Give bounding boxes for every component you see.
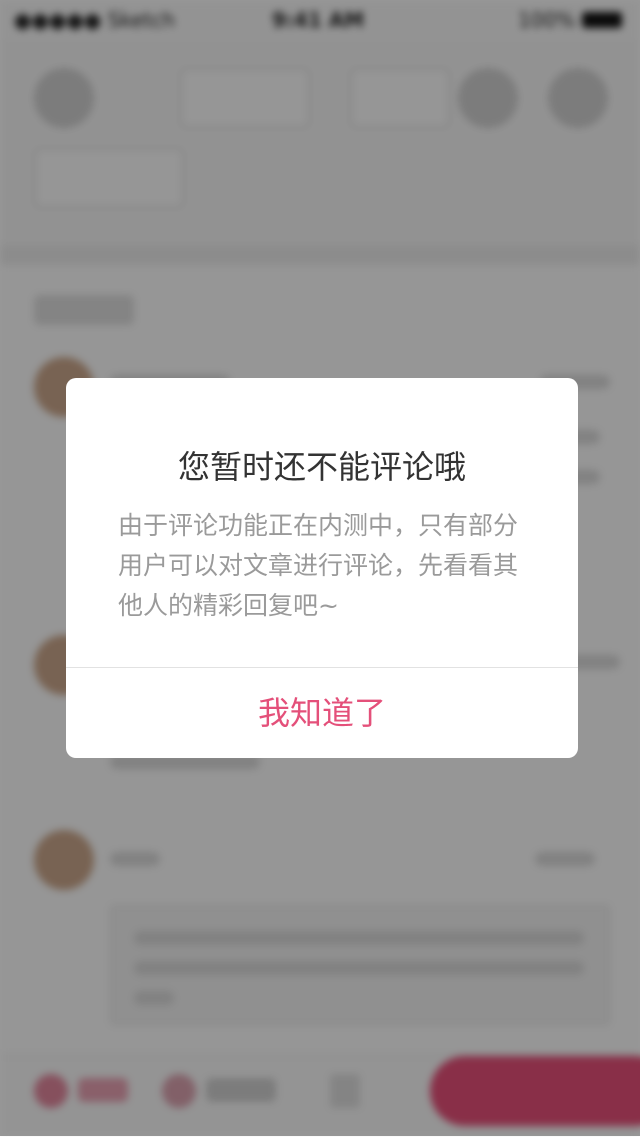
dialog-message: 由于评论功能正在内测中，只有部分用户可以对文章进行评论，先看看其他人的精彩回复吧… (118, 511, 519, 620)
confirm-button[interactable]: 我知道了 (66, 668, 578, 758)
dialog-title: 您暂时还不能评论哦 (177, 448, 466, 486)
alert-dialog: 您暂时还不能评论哦 由于评论功能正在内测中，只有部分用户可以对文章进行评论，先看… (66, 378, 578, 758)
